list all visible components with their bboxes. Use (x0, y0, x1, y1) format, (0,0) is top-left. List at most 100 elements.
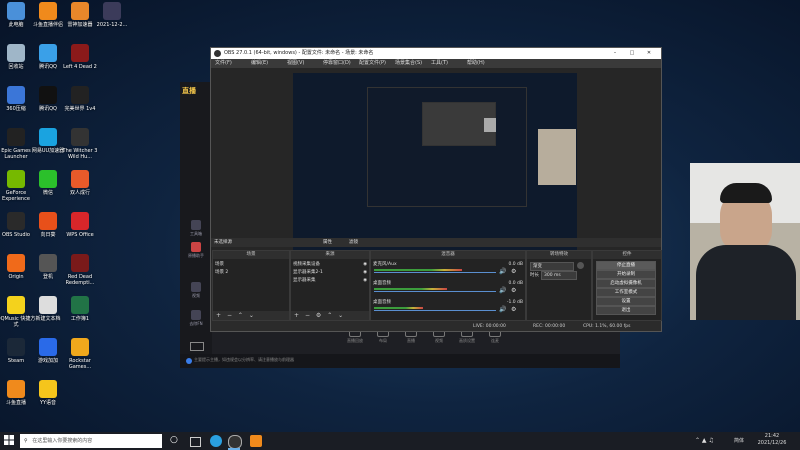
mixer-header: 混音器 (371, 251, 525, 259)
source-label: 显示器采集 (293, 278, 316, 283)
scenes-footer: + − ⌃ ⌄ (213, 311, 289, 320)
desktop-icon[interactable]: YY语音 (28, 380, 68, 406)
app-icon (71, 212, 89, 230)
desktop-icon[interactable]: Left 4 Dead 2 (60, 44, 100, 70)
ime-indicator[interactable]: 简体 (734, 437, 744, 444)
transition-select[interactable]: 渐变 (530, 262, 574, 271)
scene-item[interactable]: 场景 2 (215, 269, 287, 276)
add-transition-icon[interactable] (577, 262, 584, 269)
edge-icon[interactable] (210, 435, 222, 447)
eye-icon[interactable]: ◉ (363, 261, 367, 268)
app-icon (7, 254, 25, 272)
app-icon (7, 338, 25, 356)
clock[interactable]: 21:42 2021/12/26 (752, 433, 792, 447)
exit-button[interactable]: 退出 (596, 306, 656, 315)
minimize-button[interactable]: – (608, 48, 622, 59)
menu-item[interactable]: 文件(F) (215, 59, 232, 68)
menu-item[interactable]: 视图(V) (287, 59, 304, 68)
app-icon (39, 128, 57, 146)
gear-icon[interactable]: ⚙ (511, 287, 516, 294)
info-icon (186, 358, 192, 364)
menu-item[interactable]: 配置文件(P) (359, 59, 386, 68)
sidebar-item-remove-fn[interactable]: 去除FN (182, 310, 210, 327)
douyu-taskbar-icon[interactable] (250, 435, 262, 447)
obs-taskbar-icon[interactable] (228, 435, 242, 449)
menu-item[interactable]: 场景集合(S) (395, 59, 422, 68)
menu-item[interactable]: 编辑(E) (251, 59, 268, 68)
start-virtual-camera-button[interactable]: 启动虚拟摄像机 (596, 279, 656, 288)
settings-button[interactable]: 设置 (596, 297, 656, 306)
mixer-track: 麦克风/Aux 0.0 dB (373, 261, 523, 268)
desktop-icon[interactable]: WPS Office (60, 212, 100, 238)
close-button[interactable]: ✕ (642, 48, 656, 59)
source-item[interactable]: 显示器采集 ◉ (293, 277, 367, 284)
desktop-icon[interactable]: 2021-12-2... (92, 2, 132, 28)
speaker-icon[interactable]: 🔊 (499, 306, 506, 313)
app-icon (39, 212, 57, 230)
add-icon[interactable]: + (294, 312, 299, 319)
up-arrow-icon[interactable]: ⌃ (327, 312, 332, 319)
down-arrow-icon[interactable]: ⌄ (338, 312, 343, 319)
sidebar-item-label: 视频 (192, 293, 200, 298)
duration-input[interactable]: 300 ms (541, 271, 577, 280)
clock-time: 21:42 (764, 433, 780, 439)
windows-start-icon[interactable] (4, 435, 16, 447)
desktop-icon[interactable]: 完美世界 1v4 (60, 86, 100, 112)
eye-icon[interactable]: ◉ (363, 269, 367, 276)
sidebar-item-toolbox[interactable]: 工具箱 (182, 220, 210, 237)
gear-icon[interactable]: ⚙ (511, 268, 516, 275)
app-icon (39, 86, 57, 104)
task-view-icon[interactable] (190, 437, 201, 447)
search-placeholder: 在这里输入你要搜索的内容 (32, 438, 93, 444)
desktop-icon[interactable]: Red Dead Redempti... (60, 254, 100, 286)
speaker-icon[interactable]: 🔊 (499, 268, 506, 275)
taskbar-search[interactable]: ⚲ 在这里输入你要搜索的内容 (20, 434, 162, 448)
app-icon (71, 338, 89, 356)
preview-canvas[interactable] (293, 73, 577, 255)
eye-icon[interactable]: ◉ (363, 277, 367, 284)
scene-icon[interactable] (190, 342, 204, 351)
volume-slider[interactable] (374, 272, 496, 273)
remove-icon[interactable]: − (227, 312, 232, 319)
desktop-icon[interactable]: 工作簿1 (60, 296, 100, 322)
gear-icon[interactable]: ⚙ (316, 312, 321, 319)
source-item[interactable]: 视频采集设备 ◉ (293, 261, 367, 268)
desktop-icon[interactable]: 双人成行 (60, 170, 100, 196)
audio-mixer-panel: 混音器 麦克风/Aux 0.0 dB 🔊 ⚙ 桌面音频 0.0 dB 🔊 ⚙ 桌面音频 -1.0 … (370, 250, 526, 321)
maximize-button[interactable]: □ (625, 48, 639, 59)
app-icon (39, 338, 57, 356)
menu-item[interactable]: 停靠窗口(D) (323, 59, 351, 68)
system-tray-icons[interactable]: ⌃ ▲ ♫ (695, 437, 714, 444)
volume-slider[interactable] (374, 310, 496, 311)
down-arrow-icon[interactable]: ⌄ (249, 312, 254, 319)
app-icon (103, 2, 121, 20)
desktop-icon[interactable]: The Witcher 3 Wild Hu... (60, 128, 100, 160)
properties-button[interactable]: 属性 (323, 238, 332, 247)
speaker-icon[interactable]: 🔊 (499, 287, 506, 294)
stop-streaming-button[interactable]: 停止直播 (596, 261, 656, 270)
sidebar-item-video[interactable]: 视频 (182, 282, 210, 299)
add-icon[interactable]: + (216, 312, 221, 319)
nested-webcam (484, 118, 496, 132)
sidebar-item-assistant[interactable]: 原播助手 (182, 242, 210, 259)
studio-mode-button[interactable]: 工作室模式 (596, 288, 656, 297)
transitions-header: 转场特效 (527, 251, 591, 259)
menu-item[interactable]: 帮助(H) (467, 59, 485, 68)
volume-slider[interactable] (374, 291, 496, 292)
desktop-icon[interactable]: Rockstar Games... (60, 338, 100, 370)
nested-preview-1 (367, 87, 527, 207)
remove-icon[interactable]: − (305, 312, 310, 319)
source-item[interactable]: 显示器采集2-1 ◉ (293, 269, 367, 276)
filters-button[interactable]: 滤镜 (349, 238, 358, 247)
menu-item[interactable]: 工具(T) (431, 59, 448, 68)
controls-panel: 控件 停止直播 开始录制 启动虚拟摄像机 工作室模式 设置 退出 (592, 250, 662, 321)
start-recording-button[interactable]: 开始录制 (596, 270, 656, 279)
app-icon (7, 44, 25, 62)
scene-item[interactable]: 场景 (215, 261, 287, 268)
gear-icon[interactable]: ⚙ (511, 306, 516, 313)
up-arrow-icon[interactable]: ⌃ (238, 312, 243, 319)
webcam-overlay (690, 163, 800, 320)
cortana-icon[interactable]: ○ (170, 435, 182, 447)
app-icon (39, 44, 57, 62)
track-db: 0.0 dB (508, 281, 523, 286)
